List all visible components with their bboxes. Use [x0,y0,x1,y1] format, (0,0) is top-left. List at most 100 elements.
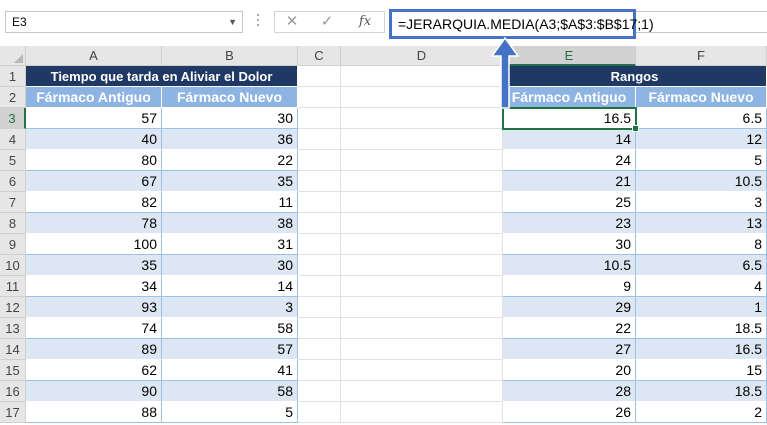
cell-b4[interactable]: 36 [162,129,298,150]
column-header-a[interactable]: A [26,46,162,66]
cell-b5[interactable]: 22 [162,150,298,171]
cell-b8[interactable]: 38 [162,213,298,234]
cell-f16[interactable]: 18.5 [636,381,767,402]
cell-c4[interactable] [298,129,341,150]
cell-d3[interactable] [341,108,503,129]
check-icon[interactable]: ✓ [314,11,340,33]
row-header-11[interactable]: 11 [0,276,26,297]
cell-f6[interactable]: 10.5 [636,171,767,192]
row-header-4[interactable]: 4 [0,129,26,150]
cell-e10[interactable]: 10.5 [503,255,636,276]
cell-c5[interactable] [298,150,341,171]
cell-b16[interactable]: 58 [162,381,298,402]
cell-a8[interactable]: 78 [26,213,162,234]
cell-f10[interactable]: 6.5 [636,255,767,276]
row-header-2[interactable]: 2 [0,87,26,108]
cell-c13[interactable] [298,318,341,339]
cell-f11[interactable]: 4 [636,276,767,297]
cell-d2[interactable] [341,87,503,108]
cell-b10[interactable]: 30 [162,255,298,276]
formula-input[interactable]: =JERARQUIA.MEDIA(A3;$A$3:$B$17;1) [389,9,654,39]
cell-f5[interactable]: 5 [636,150,767,171]
cell-d16[interactable] [341,381,503,402]
cell-e4[interactable]: 14 [503,129,636,150]
cell-e7[interactable]: 25 [503,192,636,213]
cell-b6[interactable]: 35 [162,171,298,192]
row-header-17[interactable]: 17 [0,402,26,423]
cell-e9[interactable]: 30 [503,234,636,255]
row-header-16[interactable]: 16 [0,381,26,402]
name-box[interactable]: E3 ▼ [5,11,243,33]
cell-c14[interactable] [298,339,341,360]
cell-b15[interactable]: 41 [162,360,298,381]
cell-a17[interactable]: 88 [26,402,162,423]
cell-a6[interactable]: 67 [26,171,162,192]
cell-a5[interactable]: 80 [26,150,162,171]
cell-d4[interactable] [341,129,503,150]
fx-icon[interactable]: fx [352,11,378,33]
cell-d13[interactable] [341,318,503,339]
cell-e11[interactable]: 9 [503,276,636,297]
cell-b3[interactable]: 30 [162,108,298,129]
cell-a14[interactable]: 89 [26,339,162,360]
cell-c17[interactable] [298,402,341,423]
row-header-9[interactable]: 9 [0,234,26,255]
cell-d12[interactable] [341,297,503,318]
cell-a3[interactable]: 57 [26,108,162,129]
cell-e3[interactable]: 16.5 [503,108,636,129]
chevron-down-icon[interactable]: ▼ [228,12,237,32]
cell-d5[interactable] [341,150,503,171]
cell-e14[interactable]: 27 [503,339,636,360]
cell-e17[interactable]: 26 [503,402,636,423]
row-header-3[interactable]: 3 [0,108,26,129]
cell-a9[interactable]: 100 [26,234,162,255]
cell-b11[interactable]: 14 [162,276,298,297]
cell-f8[interactable]: 13 [636,213,767,234]
cell-a16[interactable]: 90 [26,381,162,402]
cell-b9[interactable]: 31 [162,234,298,255]
cell-c12[interactable] [298,297,341,318]
cell-c1[interactable] [298,66,341,87]
cell-c9[interactable] [298,234,341,255]
row-header-14[interactable]: 14 [0,339,26,360]
cell-b12[interactable]: 3 [162,297,298,318]
cell-d9[interactable] [341,234,503,255]
cell-f15[interactable]: 15 [636,360,767,381]
cell-d6[interactable] [341,171,503,192]
cell-d15[interactable] [341,360,503,381]
cell-c10[interactable] [298,255,341,276]
cell-c16[interactable] [298,381,341,402]
cell-a4[interactable]: 40 [26,129,162,150]
column-header-e[interactable]: E [503,46,636,66]
cell-a10[interactable]: 35 [26,255,162,276]
cell-d11[interactable] [341,276,503,297]
row-header-8[interactable]: 8 [0,213,26,234]
row-header-12[interactable]: 12 [0,297,26,318]
cell-f4[interactable]: 12 [636,129,767,150]
cell-f9[interactable]: 8 [636,234,767,255]
row-header-6[interactable]: 6 [0,171,26,192]
cell-e16[interactable]: 28 [503,381,636,402]
cell-c6[interactable] [298,171,341,192]
cell-c8[interactable] [298,213,341,234]
column-header-c[interactable]: C [298,46,341,66]
cell-a11[interactable]: 34 [26,276,162,297]
cell-d14[interactable] [341,339,503,360]
cell-f7[interactable]: 3 [636,192,767,213]
column-header-b[interactable]: B [162,46,298,66]
cell-f12[interactable]: 1 [636,297,767,318]
cell-d7[interactable] [341,192,503,213]
cell-d8[interactable] [341,213,503,234]
row-header-5[interactable]: 5 [0,150,26,171]
cancel-icon[interactable]: ✕ [279,11,305,33]
cell-a7[interactable]: 82 [26,192,162,213]
cell-f14[interactable]: 16.5 [636,339,767,360]
cell-e15[interactable]: 20 [503,360,636,381]
cell-b17[interactable]: 5 [162,402,298,423]
column-header-f[interactable]: F [636,46,767,66]
cell-b14[interactable]: 57 [162,339,298,360]
cell-c2[interactable] [298,87,341,108]
drag-handle-icon[interactable] [257,14,260,29]
cell-f17[interactable]: 2 [636,402,767,423]
formula-input-extension[interactable] [636,11,767,33]
